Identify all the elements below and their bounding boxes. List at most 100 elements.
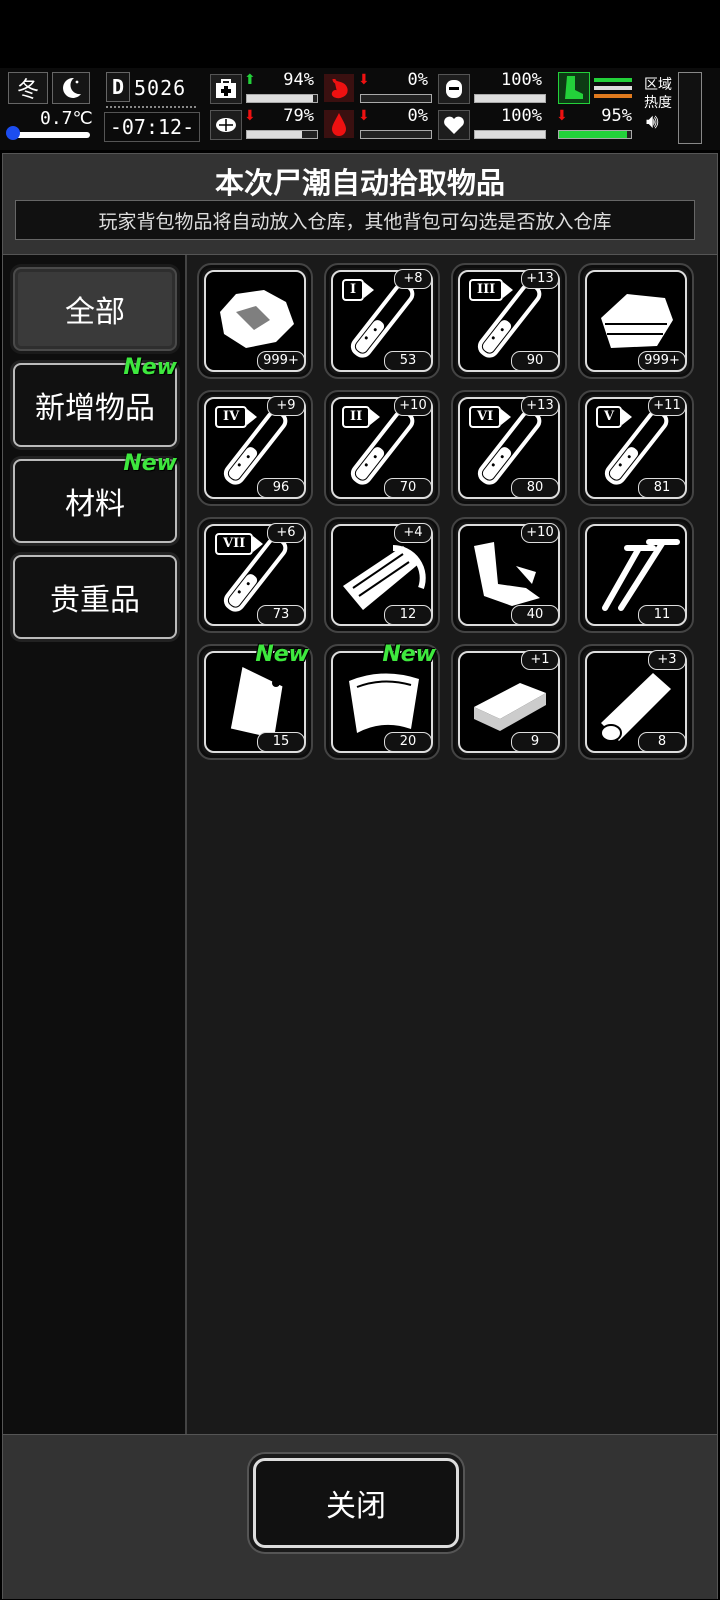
tab-valuables[interactable]: 贵重品 (13, 555, 177, 639)
item-slot[interactable]: VI +13 80 (451, 390, 567, 506)
stat-heart[interactable]: 100% (438, 106, 546, 140)
temperature-readout: 0.7℃ (40, 108, 93, 129)
item-slot[interactable]: II +10 70 (324, 390, 440, 506)
tab-all[interactable]: 全部 (13, 267, 177, 351)
stat-bar (558, 130, 632, 139)
stat-blood[interactable]: ⬇ 0% (324, 106, 432, 140)
panel-body: 全部 新增物品 New 材料 New 贵重品 999+ I +8 53 III +13 90… (3, 254, 717, 1585)
panel-title: 本次尸潮自动拾取物品 (214, 166, 505, 200)
stat-value: 0% (407, 106, 428, 126)
item-count: 999+ (257, 351, 305, 371)
bonus-bubble: +8 (394, 269, 432, 289)
time-progress-dots (106, 106, 196, 111)
item-count: 9 (511, 732, 559, 752)
stat-bar (360, 130, 432, 139)
canteen-icon (438, 74, 470, 104)
item-count: 90 (511, 351, 559, 371)
item-slot[interactable]: New 20 (324, 642, 440, 760)
zone-heat-label: 区域 热度 🔊︎ (644, 76, 672, 131)
item-slot[interactable]: +3 8 (578, 644, 694, 760)
item-count: 53 (384, 351, 432, 371)
item-slot[interactable]: 11 (578, 517, 694, 633)
leg-icon (558, 72, 590, 104)
tier-label: VII (215, 533, 264, 555)
tier-label: III (469, 279, 514, 301)
item-count: 40 (511, 605, 559, 625)
tier-label: IV (215, 406, 258, 428)
tab-materials[interactable]: 材料 New (13, 451, 177, 543)
item-slot[interactable]: VII +6 73 (197, 517, 313, 633)
bonus-bubble: +13 (521, 269, 559, 289)
day-counter: 5026 (134, 76, 187, 100)
item-slot[interactable]: +1 9 (451, 644, 567, 760)
trend-down-icon: ⬇ (358, 108, 370, 124)
item-slot[interactable]: III +13 90 (451, 263, 567, 379)
item-slot[interactable]: +4 12 (324, 517, 440, 633)
close-button[interactable]: 关闭 (253, 1458, 459, 1548)
bonus-bubble: +9 (267, 396, 305, 416)
stat-water[interactable]: 100% (438, 70, 546, 104)
close-label: 关闭 (326, 1489, 386, 1524)
item-slot[interactable]: 999+ (578, 263, 694, 379)
stat-value: 100% (501, 106, 542, 126)
trend-down-icon: ⬇ (358, 72, 370, 88)
bonus-bubble: +4 (394, 523, 432, 543)
item-count: 81 (638, 478, 686, 498)
bonus-bubble: +3 (648, 650, 686, 670)
item-count: 70 (384, 478, 432, 498)
panel-subtitle: 玩家背包物品将自动放入仓库，其他背包可勾选是否放入仓库 (15, 200, 695, 240)
tab-new-items[interactable]: 新增物品 New (13, 355, 177, 447)
brain-icon (210, 110, 242, 140)
item-count: 15 (257, 732, 305, 752)
tier-label: I (342, 279, 375, 301)
temperature-marker (6, 126, 20, 140)
day-label: D (106, 72, 130, 102)
stat-bar (474, 130, 546, 139)
item-count: 8 (638, 732, 686, 752)
category-sidebar: 全部 新增物品 New 材料 New 贵重品 (3, 255, 187, 1585)
item-count: 20 (384, 732, 432, 752)
stat-value: 0% (407, 70, 428, 90)
bonus-bubble: +10 (394, 396, 432, 416)
stat-bar (360, 94, 432, 103)
season-indicator: 冬 (8, 72, 48, 104)
item-slot[interactable]: 999+ (197, 263, 313, 379)
tier-label: V (596, 406, 633, 428)
item-slot[interactable]: +10 40 (451, 517, 567, 633)
tab-label: 全部 (65, 295, 125, 330)
speaker-icon[interactable]: 🔊︎ (646, 111, 672, 131)
stomach-icon (324, 74, 354, 102)
new-badge: New (123, 355, 177, 380)
trend-down-icon: ⬇ (556, 108, 568, 124)
stat-value: 94% (283, 70, 314, 90)
stat-value: 100% (501, 70, 542, 90)
tab-label: 贵重品 (50, 583, 140, 618)
status-hud: 冬 0.7℃ D 5026 -07:12- ⬆ 94% ⬇ 0% 100% ⬇ … (0, 68, 720, 150)
zone-label-line1: 区域 (644, 77, 672, 93)
heart-icon (438, 110, 470, 140)
item-slot[interactable]: I +8 53 (324, 263, 440, 379)
tab-label: 新增物品 (35, 391, 155, 426)
trend-up-icon: ⬆ (244, 72, 256, 88)
bonus-bubble: +6 (267, 523, 305, 543)
item-count: 12 (384, 605, 432, 625)
bonus-bubble: +11 (648, 396, 686, 416)
new-badge: New (123, 451, 177, 476)
clock-readout: -07:12- (104, 112, 200, 142)
injury-indicator[interactable] (558, 72, 634, 106)
item-slot[interactable]: V +11 81 (578, 390, 694, 506)
tab-label: 材料 (65, 487, 125, 522)
stat-stamina[interactable]: ⬇ 95% (556, 106, 636, 140)
moon-icon (52, 72, 90, 104)
item-slot[interactable]: New 15 (197, 642, 313, 760)
item-slot[interactable]: IV +9 96 (197, 390, 313, 506)
new-badge: New (255, 642, 309, 667)
trend-down-icon: ⬇ (244, 108, 256, 124)
stat-mood[interactable]: ⬇ 79% (210, 106, 318, 140)
zone-heat-meter (678, 72, 702, 144)
stat-hunger[interactable]: ⬇ 0% (324, 70, 432, 104)
bonus-bubble: +10 (521, 523, 559, 543)
stat-health[interactable]: ⬆ 94% (210, 70, 318, 104)
item-count: 999+ (638, 351, 686, 371)
first-aid-icon (210, 74, 242, 104)
